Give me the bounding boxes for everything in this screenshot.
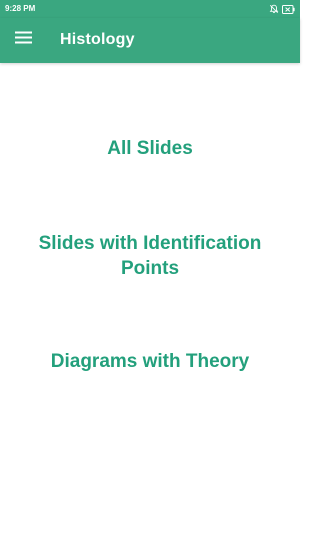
screen: 9:28 PM Histology All Slides Slides with…	[0, 0, 300, 533]
app-bar: Histology	[0, 18, 300, 63]
status-bar: 9:28 PM	[0, 0, 300, 18]
main-content: All Slides Slides with Identification Po…	[0, 63, 300, 533]
all-slides-button[interactable]: All Slides	[20, 136, 280, 161]
battery-icon	[282, 4, 295, 14]
status-time: 9:28 PM	[5, 4, 36, 13]
app-title: Histology	[60, 31, 135, 48]
hamburger-menu-icon	[14, 31, 32, 49]
diagrams-theory-button[interactable]: Diagrams with Theory	[20, 349, 280, 374]
notifications-off-icon	[269, 4, 279, 14]
status-icons	[269, 3, 295, 15]
hamburger-menu-button[interactable]	[8, 25, 38, 55]
identification-points-button[interactable]: Slides with Identification Points	[20, 231, 280, 281]
